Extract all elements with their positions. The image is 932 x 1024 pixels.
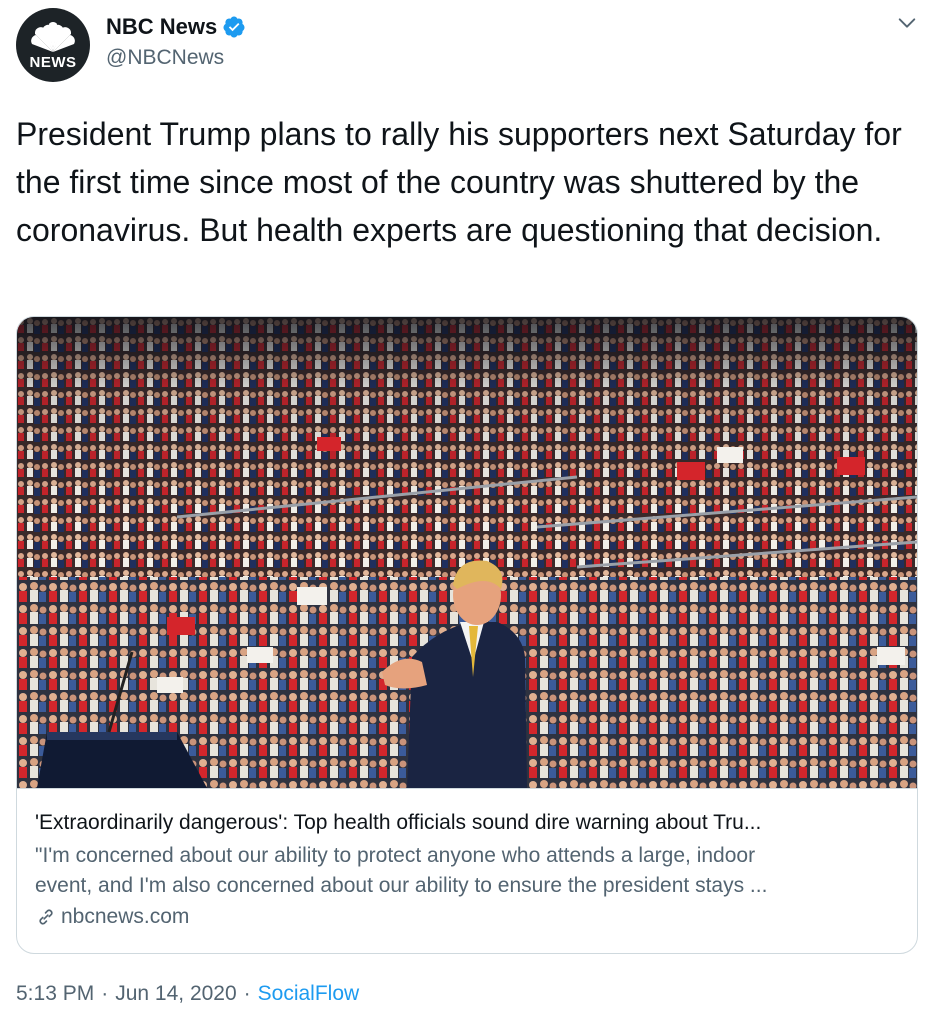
card-description-line: "I'm concerned about our ability to prot… — [35, 844, 756, 867]
tweet-date[interactable]: Jun 14, 2020 — [115, 982, 236, 1006]
card-description-line: event, and I'm also concerned about our … — [35, 874, 768, 897]
card-description: "I'm concerned about our ability to prot… — [35, 841, 899, 901]
separator: · — [101, 982, 109, 1005]
link-icon — [39, 909, 53, 925]
tweet-meta: 5:13 PM · Jun 14, 2020 · SocialFlow — [16, 982, 359, 1006]
card-domain[interactable]: nbcnews.com — [35, 905, 899, 929]
avatar-label: NEWS — [29, 53, 77, 71]
card-title[interactable]: 'Extraordinarily dangerous': Top health … — [35, 809, 899, 837]
card-image[interactable] — [17, 317, 917, 788]
verified-badge-icon — [223, 16, 245, 38]
nbc-peacock-icon — [31, 21, 75, 52]
separator: · — [243, 982, 251, 1005]
card-domain-text[interactable]: nbcnews.com — [61, 905, 189, 929]
tweet-source-link[interactable]: SocialFlow — [258, 982, 360, 1006]
card-body[interactable]: 'Extraordinarily dangerous': Top health … — [17, 788, 917, 953]
tweet-text: President Trump plans to rally his suppo… — [16, 116, 902, 248]
author-name-row[interactable]: NBC News — [106, 14, 246, 40]
chevron-down-icon[interactable] — [896, 12, 918, 34]
handle[interactable]: @NBCNews — [106, 46, 224, 70]
link-card[interactable]: 'Extraordinarily dangerous': Top health … — [16, 316, 918, 954]
avatar[interactable]: NEWS — [16, 8, 90, 82]
display-name[interactable]: NBC News — [106, 14, 217, 40]
tweet-time[interactable]: 5:13 PM — [16, 982, 94, 1006]
